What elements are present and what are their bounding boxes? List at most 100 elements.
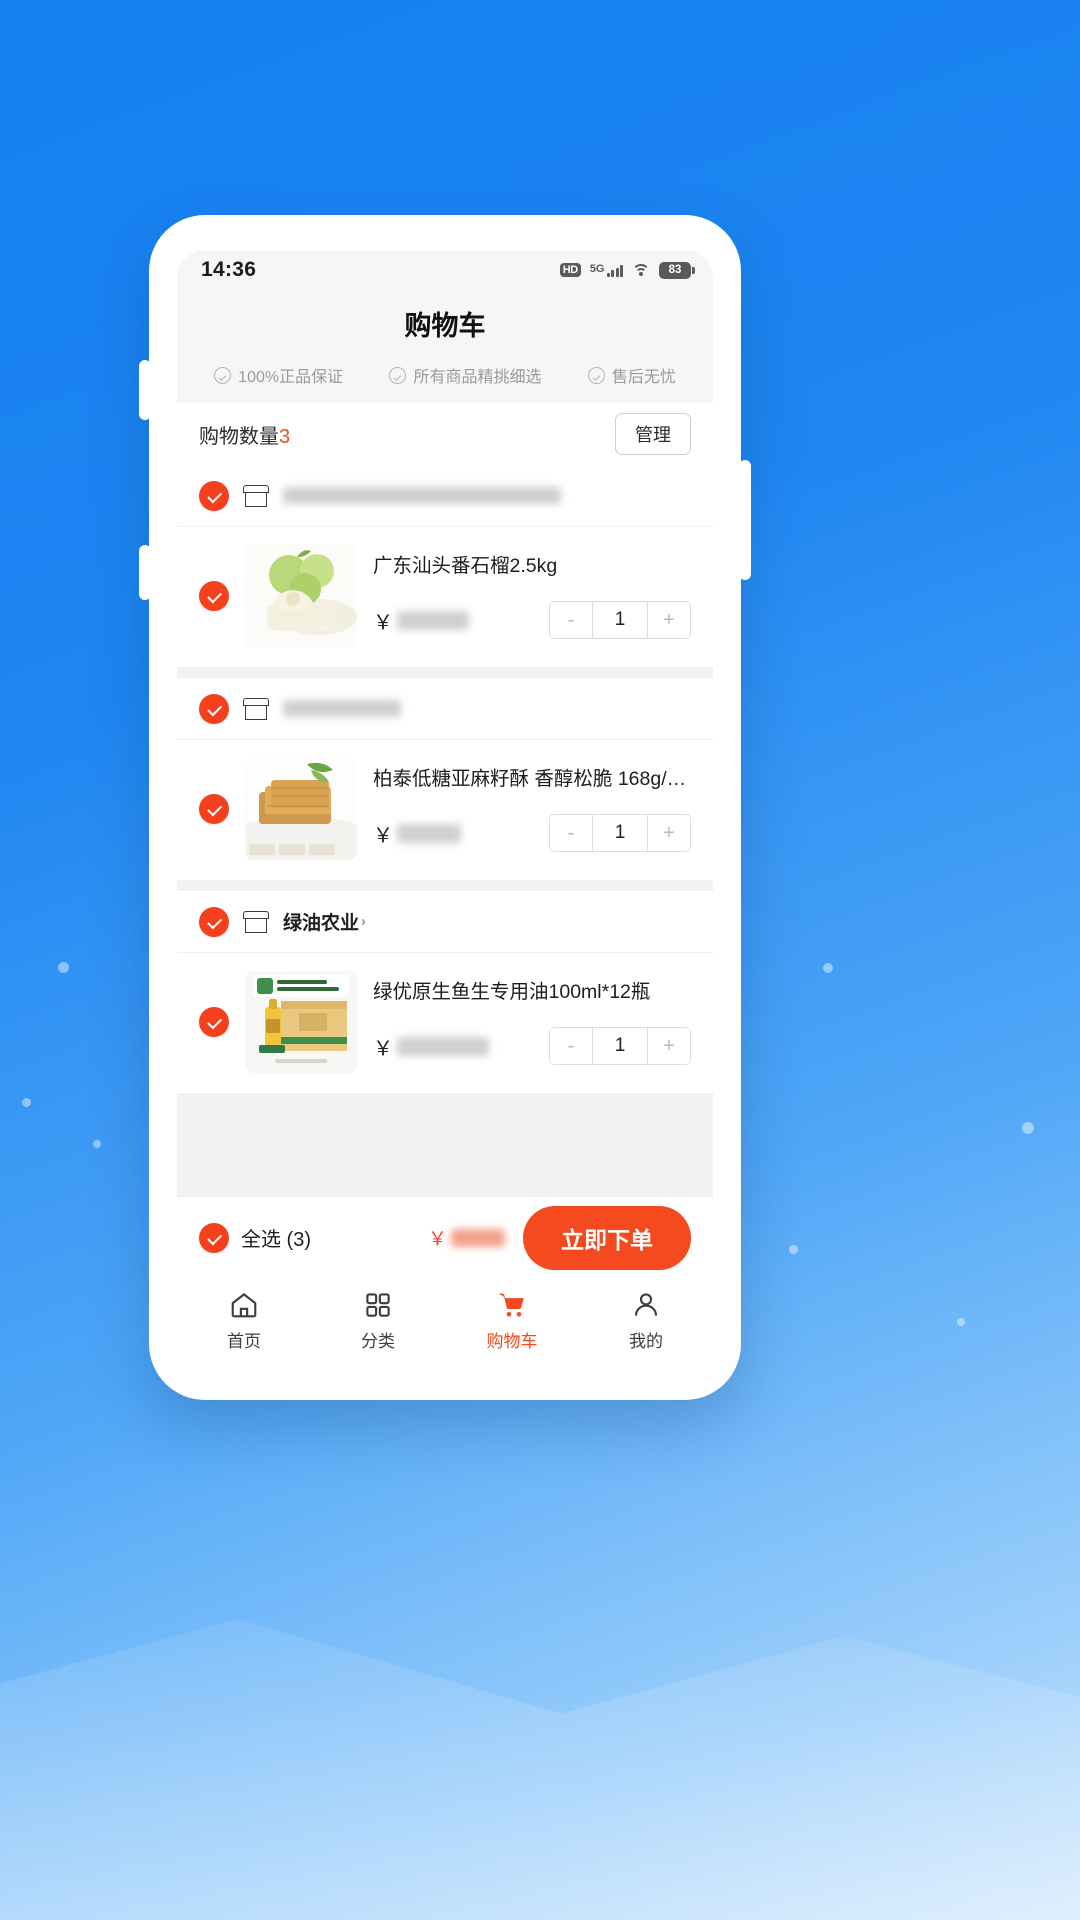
currency-symbol: ￥ bbox=[373, 824, 393, 847]
decrease-quantity-button[interactable]: - bbox=[550, 602, 592, 639]
background-dot bbox=[22, 1098, 31, 1107]
product-title[interactable]: 广东汕头番石榴2.5kg bbox=[373, 553, 691, 579]
product-price-row: ￥ - 1 + bbox=[373, 601, 691, 640]
shop-header-row[interactable]: 绿油农业 › bbox=[177, 891, 713, 953]
decrease-quantity-button[interactable]: - bbox=[550, 815, 592, 852]
shop-header-row[interactable] bbox=[177, 678, 713, 740]
quantity-value[interactable]: 1 bbox=[592, 815, 648, 852]
battery-icon: 83 bbox=[659, 261, 695, 279]
cart-count-row: 购物数量3 管理 bbox=[177, 403, 713, 465]
store-icon bbox=[243, 910, 269, 933]
total-and-order: ￥ 立即下单 bbox=[428, 1205, 691, 1270]
select-all-label: 全选 (3) bbox=[241, 1229, 311, 1251]
trust-badge-label: 售后无忧 bbox=[611, 369, 676, 386]
shop-header-row[interactable] bbox=[177, 465, 713, 527]
price-blurred bbox=[397, 823, 461, 843]
store-icon bbox=[243, 484, 269, 507]
shop-checkbox[interactable] bbox=[199, 693, 229, 724]
background-dot bbox=[58, 962, 69, 973]
increase-quantity-button[interactable]: + bbox=[648, 1028, 690, 1065]
5g-signal-icon: 5G bbox=[589, 262, 623, 277]
shop-name[interactable]: 绿油农业 › bbox=[283, 908, 366, 935]
network-label: 5G bbox=[589, 262, 605, 275]
trust-badge: 100%正品保证 bbox=[214, 363, 343, 387]
status-bar: 14:36 HD 5G 83 bbox=[177, 250, 713, 290]
app-header: 14:36 HD 5G 83 购物车 100%正品保证 所有商品精挑细选 售后无… bbox=[177, 250, 713, 403]
quantity-stepper[interactable]: - 1 + bbox=[549, 1027, 691, 1066]
manage-button[interactable]: 管理 bbox=[615, 413, 691, 455]
shop-group: 广东汕头番石榴2.5kg ￥ - 1 + bbox=[177, 465, 713, 667]
select-all-checkbox[interactable] bbox=[199, 1222, 229, 1253]
signal-bars-icon bbox=[606, 264, 623, 277]
home-icon bbox=[229, 1290, 259, 1320]
total-blurred bbox=[451, 1228, 505, 1247]
product-price: ￥ bbox=[373, 819, 461, 848]
product-title[interactable]: 绿优原生鱼生专用油100ml*12瓶 bbox=[373, 979, 691, 1005]
shop-group: 绿油农业 › 绿优原生鱼生专用油100ml*12瓶 ￥ - 1 + bbox=[177, 891, 713, 1093]
check-circle-icon bbox=[587, 366, 605, 384]
total-currency: ￥ bbox=[427, 1229, 447, 1250]
shop-checkbox[interactable] bbox=[199, 480, 229, 511]
bottom-tab-bar: 首页 分类 购物车 我的 bbox=[177, 1278, 713, 1382]
cart-list[interactable]: 广东汕头番石榴2.5kg ￥ - 1 + 柏泰低糖亚麻籽酥 香醇松脆 168g/… bbox=[177, 465, 713, 1196]
quantity-value[interactable]: 1 bbox=[592, 602, 648, 639]
phone-volume-up-button[interactable] bbox=[139, 360, 151, 420]
person-icon bbox=[631, 1290, 661, 1320]
tab-profile-label: 我的 bbox=[629, 1332, 663, 1351]
page-title: 购物车 bbox=[404, 311, 486, 341]
cart-count-label: 购物数量3 bbox=[199, 420, 290, 449]
cart-item-row: 柏泰低糖亚麻籽酥 香醇松脆 168g/… ￥ - 1 + bbox=[177, 740, 713, 880]
hd-icon: HD bbox=[559, 263, 581, 277]
product-info: 绿优原生鱼生专用油100ml*12瓶 ￥ - 1 + bbox=[373, 979, 691, 1066]
decrease-quantity-button[interactable]: - bbox=[550, 1028, 592, 1065]
increase-quantity-button[interactable]: + bbox=[648, 815, 690, 852]
increase-quantity-button[interactable]: + bbox=[648, 602, 690, 639]
phone-power-button[interactable] bbox=[739, 460, 751, 580]
check-circle-icon bbox=[389, 366, 407, 384]
phone-volume-down-button[interactable] bbox=[139, 545, 151, 600]
cart-count-text: 购物数量 bbox=[199, 425, 279, 448]
item-checkbox[interactable] bbox=[199, 581, 229, 611]
product-price-row: ￥ - 1 + bbox=[373, 1027, 691, 1066]
price-blurred bbox=[397, 1036, 489, 1056]
background-dot bbox=[957, 1318, 965, 1326]
check-circle-icon bbox=[214, 366, 232, 384]
cart-total: ￥ bbox=[428, 1224, 505, 1251]
trust-badges: 100%正品保证 所有商品精挑细选 售后无忧 bbox=[177, 363, 713, 403]
tab-profile[interactable]: 我的 bbox=[579, 1290, 713, 1352]
product-image-oil-carton[interactable] bbox=[245, 971, 357, 1073]
shop-name-blurred bbox=[283, 700, 401, 717]
item-checkbox[interactable] bbox=[199, 1007, 229, 1037]
item-checkbox[interactable] bbox=[199, 794, 229, 824]
background-dot bbox=[789, 1245, 798, 1254]
shop-name-blurred bbox=[283, 487, 561, 504]
quantity-stepper[interactable]: - 1 + bbox=[549, 601, 691, 640]
shop-name[interactable] bbox=[283, 487, 561, 504]
product-image-guava[interactable] bbox=[245, 545, 357, 647]
tab-home[interactable]: 首页 bbox=[177, 1290, 311, 1352]
quantity-stepper[interactable]: - 1 + bbox=[549, 814, 691, 853]
phone-screen: 14:36 HD 5G 83 购物车 100%正品保证 所有商品精挑细选 售后无… bbox=[177, 250, 713, 1382]
background-dot bbox=[823, 963, 833, 973]
tab-category[interactable]: 分类 bbox=[311, 1290, 445, 1352]
product-info: 柏泰低糖亚麻籽酥 香醇松脆 168g/… ￥ - 1 + bbox=[373, 766, 691, 853]
shop-name[interactable] bbox=[283, 700, 401, 717]
cart-count-number: 3 bbox=[279, 425, 291, 448]
shop-group: 柏泰低糖亚麻籽酥 香醇松脆 168g/… ￥ - 1 + bbox=[177, 678, 713, 880]
tab-cart[interactable]: 购物车 bbox=[445, 1290, 579, 1352]
currency-symbol: ￥ bbox=[373, 1037, 393, 1060]
group-divider bbox=[177, 667, 713, 678]
store-icon bbox=[243, 697, 269, 720]
trust-badge-label: 所有商品精挑细选 bbox=[413, 369, 542, 386]
place-order-button[interactable]: 立即下单 bbox=[523, 1205, 691, 1270]
product-price-row: ￥ - 1 + bbox=[373, 814, 691, 853]
product-image-pastry[interactable] bbox=[245, 758, 357, 860]
shop-checkbox[interactable] bbox=[199, 906, 229, 937]
product-title[interactable]: 柏泰低糖亚麻籽酥 香醇松脆 168g/… bbox=[373, 766, 691, 792]
quantity-value[interactable]: 1 bbox=[592, 1028, 648, 1065]
select-all-control[interactable]: 全选 (3) bbox=[199, 1222, 311, 1253]
trust-badge: 售后无忧 bbox=[587, 363, 676, 387]
background-dot bbox=[93, 1140, 101, 1148]
status-time: 14:36 bbox=[201, 258, 257, 281]
cart-icon bbox=[497, 1290, 527, 1320]
